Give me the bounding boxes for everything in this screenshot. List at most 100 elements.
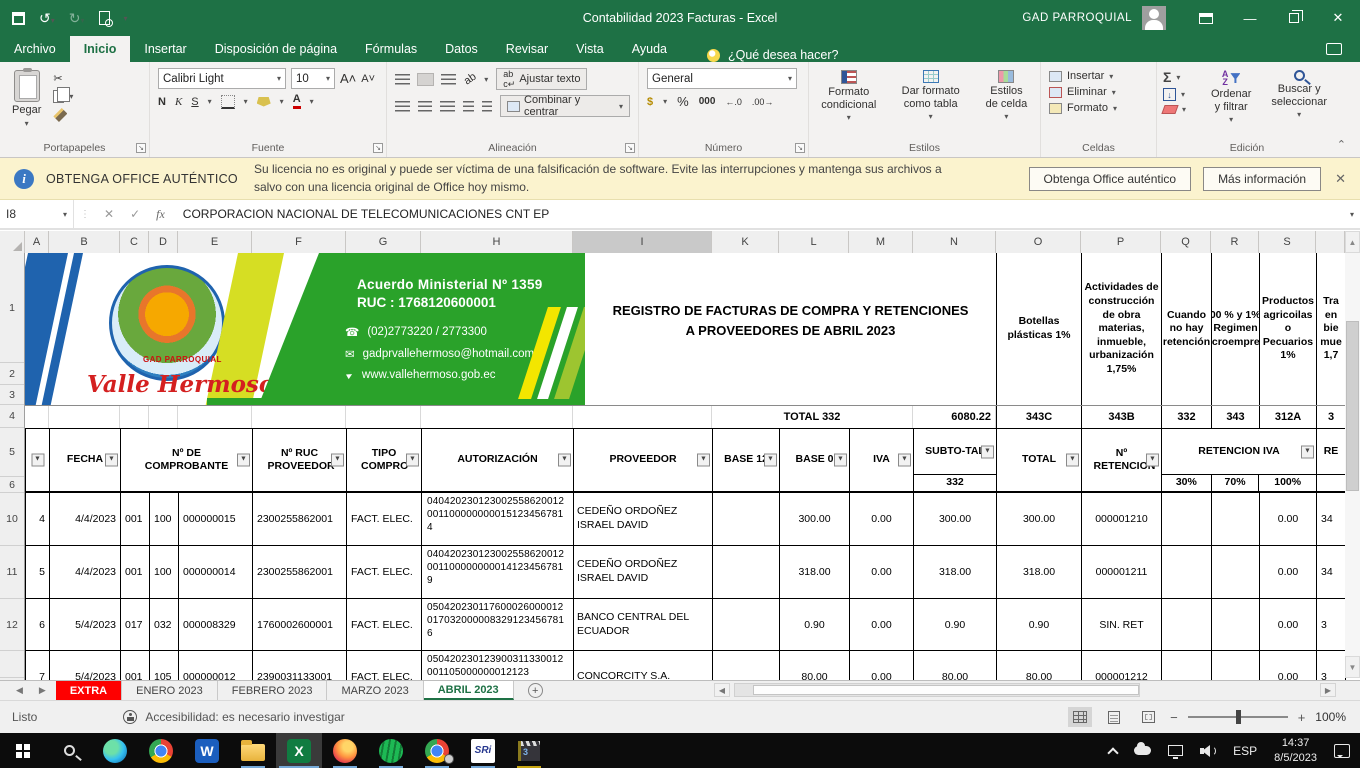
- header-fecha[interactable]: FECHA▼: [50, 429, 121, 491]
- filter-icon[interactable]: ▼: [898, 454, 911, 467]
- cell-code[interactable]: 343B: [1081, 406, 1161, 428]
- cell-100[interactable]: 0.00: [1260, 493, 1317, 546]
- row-header[interactable]: 12: [0, 599, 24, 651]
- cell-index[interactable]: 7: [26, 651, 50, 680]
- cell-70[interactable]: [1212, 599, 1260, 651]
- cell-iva[interactable]: 0.00: [850, 493, 914, 546]
- cell-ruc[interactable]: 2300255862001: [253, 546, 347, 599]
- warning-close-icon[interactable]: ✕: [1335, 171, 1346, 187]
- increase-decimal-icon[interactable]: ←.0: [725, 97, 742, 107]
- sort-filter-button[interactable]: AZ Ordenar y filtrar▾: [1205, 68, 1257, 140]
- col-header[interactable]: O: [996, 231, 1081, 253]
- header-clipped-re[interactable]: RE: [1317, 429, 1346, 491]
- filter-icon[interactable]: ▼: [558, 454, 571, 467]
- cancel-icon[interactable]: ✕: [96, 207, 122, 221]
- percent-style-icon[interactable]: %: [677, 94, 689, 109]
- cell-iva[interactable]: 0.00: [850, 651, 914, 680]
- cell-base0[interactable]: 0.90: [780, 599, 850, 651]
- start-button[interactable]: [0, 733, 46, 768]
- paste-button[interactable]: Pegar▾: [6, 68, 47, 140]
- header-30[interactable]: 30%: [1162, 475, 1212, 491]
- customize-quick-access-icon[interactable]: ▾: [124, 14, 128, 23]
- cell-iva[interactable]: 0.00: [850, 599, 914, 651]
- cell[interactable]: [178, 406, 252, 428]
- language-indicator[interactable]: ESP: [1233, 744, 1257, 758]
- close-button[interactable]: ✕: [1316, 0, 1360, 36]
- cell-fecha[interactable]: 4/4/2023: [50, 493, 121, 546]
- header-autorizacion[interactable]: AUTORIZACIÓN▼: [422, 429, 574, 491]
- cell-base12[interactable]: [713, 493, 780, 546]
- clock[interactable]: 14:37 8/5/2023: [1274, 736, 1317, 765]
- cell-tipo[interactable]: FACT. ELEC.: [347, 493, 422, 546]
- tell-me-search[interactable]: ¿Qué desea hacer?: [707, 48, 839, 62]
- clipboard-dialog-launcher[interactable]: ↘: [136, 143, 146, 153]
- tab-archivo[interactable]: Archivo: [0, 36, 70, 62]
- hscroll-right-button[interactable]: ▶: [1320, 683, 1336, 697]
- filter-icon[interactable]: ▼: [1066, 454, 1079, 467]
- col-header[interactable]: Q: [1161, 231, 1211, 253]
- tab-scroll-left-icon[interactable]: ◀: [16, 685, 23, 696]
- select-all-corner[interactable]: [0, 231, 25, 253]
- wrap-text-button[interactable]: abc↵Ajustar texto: [496, 68, 587, 90]
- filter-icon[interactable]: ▼: [105, 454, 118, 467]
- header-proveedor[interactable]: PROVEEDOR▼: [574, 429, 713, 491]
- cell-base12[interactable]: [713, 599, 780, 651]
- sheet-tab-extra[interactable]: EXTRA: [56, 681, 122, 700]
- header-num-retencion[interactable]: Nº RETENCION▼: [1082, 429, 1162, 491]
- cell-comprobante[interactable]: 000000012: [179, 651, 253, 680]
- row-header[interactable]: 3: [0, 385, 24, 405]
- col-header[interactable]: E: [178, 231, 252, 253]
- cell-code[interactable]: 332: [1161, 406, 1211, 428]
- header-subtotal[interactable]: SUBTO-TAL▼ 332: [914, 429, 997, 491]
- zoom-slider[interactable]: [1188, 716, 1288, 718]
- accessibility-icon[interactable]: [123, 710, 137, 724]
- col-header-selected[interactable]: I: [573, 231, 712, 253]
- taskbar-word[interactable]: W: [184, 733, 230, 768]
- cell-base12[interactable]: [713, 651, 780, 680]
- page-layout-view-button[interactable]: [1102, 707, 1126, 727]
- ribbon-display-options-icon[interactable]: [1184, 0, 1228, 36]
- cell-total[interactable]: 318.00: [997, 546, 1082, 599]
- col-header[interactable]: B: [49, 231, 120, 253]
- cell-30[interactable]: [1162, 651, 1212, 680]
- col-header[interactable]: [1316, 231, 1345, 253]
- col-header[interactable]: G: [346, 231, 421, 253]
- tab-insertar[interactable]: Insertar: [130, 36, 200, 62]
- col-header[interactable]: P: [1081, 231, 1161, 253]
- cell-subtotal[interactable]: 0.90: [914, 599, 997, 651]
- print-preview-icon[interactable]: [99, 11, 110, 25]
- scroll-up-button[interactable]: ▲: [1345, 231, 1360, 253]
- cell-ruc[interactable]: 1760002600001: [253, 599, 347, 651]
- expand-formula-bar-icon[interactable]: ▾: [1350, 210, 1354, 219]
- cell-100[interactable]: 0.00: [1260, 651, 1317, 680]
- cell-retencion[interactable]: 000001212: [1082, 651, 1162, 680]
- fill-color-icon[interactable]: [257, 97, 271, 107]
- cell-serie2[interactable]: 105: [150, 651, 179, 680]
- cell-serie2[interactable]: 032: [150, 599, 179, 651]
- row-header[interactable]: [0, 651, 24, 678]
- grow-font-icon[interactable]: A˄: [340, 71, 356, 86]
- cell-styles-button[interactable]: Estilos de celda▾: [979, 68, 1034, 140]
- row-header[interactable]: 2: [0, 363, 24, 385]
- format-painter-icon[interactable]: [53, 108, 67, 122]
- taskbar-sri[interactable]: SRi: [460, 733, 506, 768]
- save-icon[interactable]: [12, 12, 25, 25]
- header-100[interactable]: 100%: [1259, 475, 1316, 491]
- decrease-indent-icon[interactable]: [463, 101, 474, 112]
- bold-button[interactable]: N: [158, 96, 166, 108]
- cell-total[interactable]: 0.90: [997, 599, 1082, 651]
- tab-vista[interactable]: Vista: [562, 36, 618, 62]
- align-bottom-icon[interactable]: [441, 74, 456, 85]
- align-top-icon[interactable]: [395, 74, 410, 85]
- header-comprobante[interactable]: Nº DE COMPROBANTE▼: [121, 429, 253, 491]
- cell-iva[interactable]: 0.00: [850, 546, 914, 599]
- alignment-dialog-launcher[interactable]: ↘: [625, 143, 635, 153]
- cell-total[interactable]: 80.00: [997, 651, 1082, 680]
- cell-serie1[interactable]: 017: [121, 599, 150, 651]
- new-sheet-button[interactable]: +: [528, 683, 543, 698]
- cell-base0[interactable]: 318.00: [780, 546, 850, 599]
- cell-total-label[interactable]: TOTAL 332: [712, 406, 913, 428]
- row-header[interactable]: 1: [0, 253, 24, 363]
- format-as-table-button[interactable]: Dar formato como tabla▾: [892, 68, 968, 140]
- cell-clipped[interactable]: 3: [1317, 651, 1346, 680]
